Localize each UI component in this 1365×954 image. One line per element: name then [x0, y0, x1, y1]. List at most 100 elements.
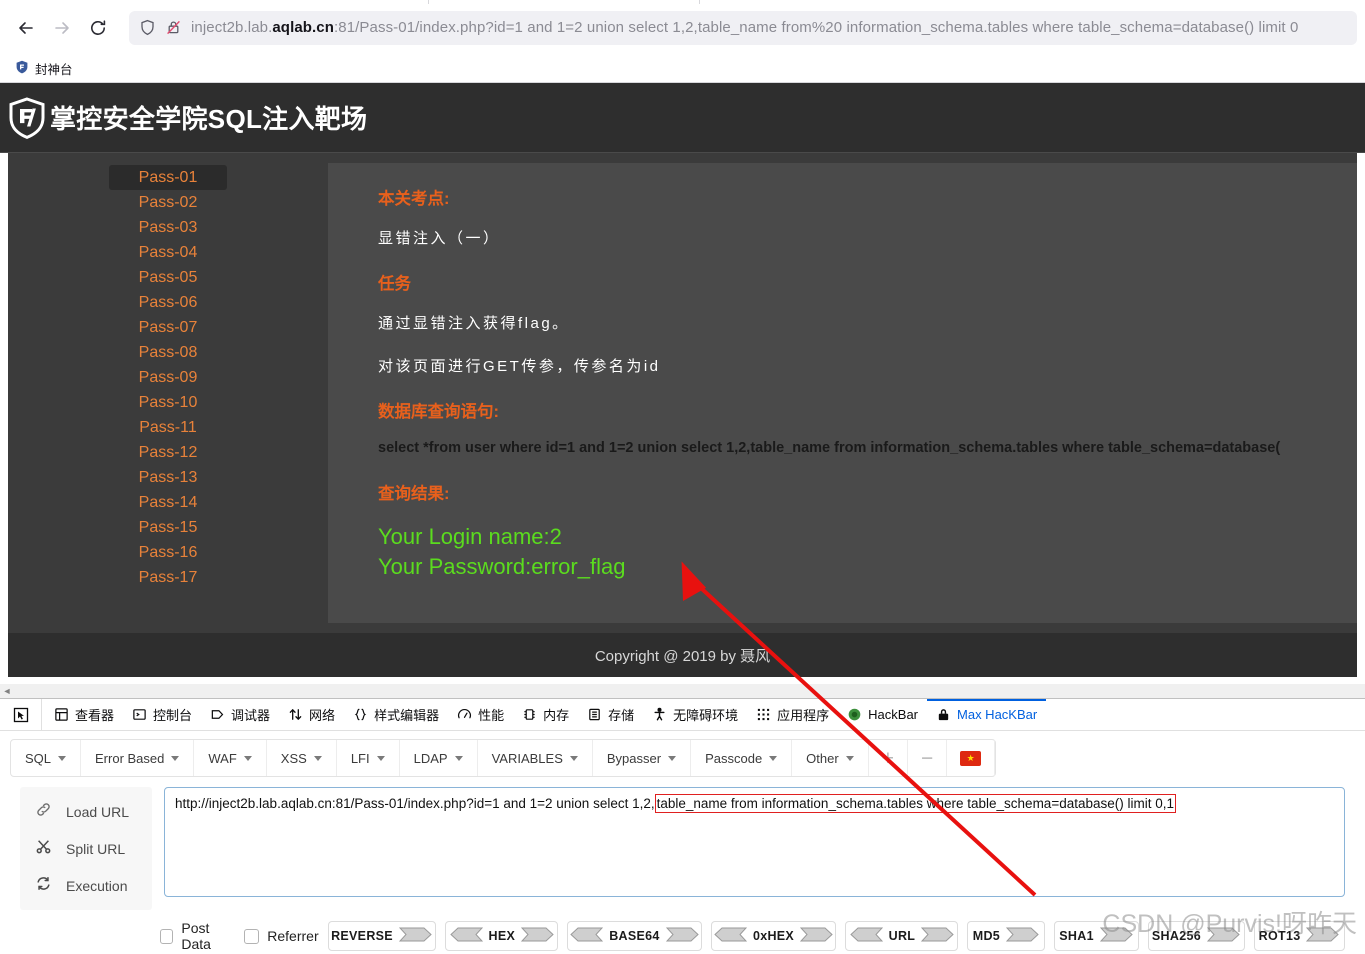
page-horizontal-scrollbar[interactable]: ◄: [0, 684, 1365, 698]
devtools-panel: 查看器 控制台 调试器 网络 样式编辑器 性能 内存 存储 无障碍环境 应用程序…: [0, 698, 1365, 954]
tab-memory[interactable]: 内存: [513, 699, 578, 730]
bookmarks-bar: 封神台: [0, 55, 1365, 83]
decode-arrow-icon[interactable]: [849, 926, 883, 946]
bookmark-fengshentai[interactable]: 封神台: [10, 57, 78, 80]
menu-error-based[interactable]: Error Based: [81, 740, 195, 776]
load-url-label: Load URL: [66, 803, 130, 820]
base64-label: BASE64: [609, 929, 660, 943]
chevron-down-icon: [454, 755, 463, 761]
tab-network[interactable]: 网络: [279, 699, 344, 730]
menu-bypasser[interactable]: Bypasser: [593, 740, 692, 776]
address-bar[interactable]: inject2b.lab.aqlab.cn:81/Pass-01/index.p…: [129, 10, 1357, 45]
sidebar-item-pass-07[interactable]: Pass-07: [109, 315, 227, 340]
insecure-lock-icon[interactable]: [165, 19, 182, 36]
browser-tab-stub[interactable]: [428, 0, 700, 4]
tab-storage[interactable]: 存储: [578, 699, 643, 730]
sha1-label: SHA1: [1059, 929, 1094, 943]
url-input[interactable]: http://inject2b.lab.aqlab.cn:81/Pass-01/…: [164, 787, 1345, 897]
chevron-down-icon: [243, 755, 252, 761]
menu-other-label: Other: [806, 750, 839, 766]
scrollbar-track[interactable]: [14, 684, 1365, 698]
shield-icon[interactable]: [139, 19, 156, 36]
encode-arrow-icon[interactable]: [1099, 926, 1134, 946]
menu-lfi-label: LFI: [350, 750, 370, 766]
tab-application[interactable]: 应用程序: [747, 699, 838, 730]
sidebar-item-pass-11[interactable]: Pass-11: [109, 415, 227, 440]
sidebar-item-pass-15[interactable]: Pass-15: [109, 515, 227, 540]
referrer-checkbox[interactable]: [244, 928, 260, 944]
load-url-button[interactable]: Load URL: [20, 793, 152, 830]
sha256-button[interactable]: SHA256: [1147, 921, 1246, 951]
menu-variables[interactable]: VARIABLES: [478, 740, 593, 776]
execution-button[interactable]: Execution: [20, 867, 152, 904]
sidebar-item-pass-09[interactable]: Pass-09: [109, 365, 227, 390]
scroll-left-arrow[interactable]: ◄: [0, 686, 14, 696]
hex-button[interactable]: HEX: [445, 921, 559, 951]
sidebar-item-pass-14[interactable]: Pass-14: [109, 490, 227, 515]
sidebar-item-pass-16[interactable]: Pass-16: [109, 540, 227, 565]
sidebar-item-pass-10[interactable]: Pass-10: [109, 390, 227, 415]
decode-arrow-icon[interactable]: [449, 926, 483, 946]
split-url-button[interactable]: Split URL: [20, 830, 152, 867]
menu-sql[interactable]: SQL: [11, 740, 82, 776]
hackbar-options-row: Post Data Referrer REVERSE HEX BASE64 0x…: [10, 910, 1355, 954]
post-data-option[interactable]: Post Data: [160, 920, 235, 952]
forward-arrow-icon: [52, 18, 72, 38]
tab-accessibility[interactable]: 无障碍环境: [643, 699, 747, 730]
tab-performance[interactable]: 性能: [448, 699, 513, 730]
sidebar-item-pass-05[interactable]: Pass-05: [109, 265, 227, 290]
tab-hackbar[interactable]: HackBar: [838, 699, 927, 730]
tab-inspector[interactable]: 查看器: [41, 699, 123, 730]
decode-arrow-icon[interactable]: [569, 926, 604, 946]
menu-sql-label: SQL: [25, 750, 52, 766]
0xhex-button[interactable]: 0xHEX: [710, 921, 837, 951]
language-button[interactable]: ★: [947, 740, 996, 776]
tab-debugger[interactable]: 调试器: [201, 699, 279, 730]
tab-console[interactable]: 控制台: [123, 699, 201, 730]
result-login-name: Your Login name:2: [378, 524, 562, 549]
result-password: Your Password:error_flag: [378, 554, 626, 579]
encode-arrow-icon[interactable]: [799, 926, 834, 946]
forward-button[interactable]: [44, 11, 80, 45]
reload-button[interactable]: [80, 11, 116, 45]
md5-button[interactable]: MD5: [967, 921, 1046, 951]
menu-ldap[interactable]: LDAP: [400, 740, 478, 776]
menu-lfi[interactable]: LFI: [337, 740, 400, 776]
rot13-button[interactable]: ROT13: [1254, 921, 1345, 951]
menu-xss[interactable]: XSS: [267, 740, 337, 776]
sidebar-item-pass-01[interactable]: Pass-01: [109, 165, 227, 190]
base64-button[interactable]: BASE64: [567, 921, 702, 951]
encode-arrow-icon[interactable]: [921, 926, 955, 946]
encode-arrow-icon[interactable]: [1005, 926, 1040, 946]
encode-arrow-icon[interactable]: [398, 926, 433, 946]
menu-other[interactable]: Other: [792, 740, 869, 776]
sidebar-item-pass-12[interactable]: Pass-12: [109, 440, 227, 465]
sha1-button[interactable]: SHA1: [1054, 921, 1139, 951]
add-tab-button[interactable]: +: [869, 740, 908, 776]
tab-style-editor[interactable]: 样式编辑器: [344, 699, 448, 730]
encode-arrow-icon[interactable]: [665, 926, 700, 946]
back-button[interactable]: [8, 11, 44, 45]
remove-tab-button[interactable]: −: [908, 740, 948, 776]
decode-arrow-icon[interactable]: [713, 926, 748, 946]
sidebar-item-pass-17[interactable]: Pass-17: [109, 565, 227, 590]
url-encode-button[interactable]: URL: [845, 921, 959, 951]
sidebar-item-pass-06[interactable]: Pass-06: [109, 290, 227, 315]
tab-max-hackbar[interactable]: Max HacKBar: [927, 699, 1047, 730]
reverse-button[interactable]: REVERSE: [327, 921, 437, 951]
sidebar-item-pass-13[interactable]: Pass-13: [109, 465, 227, 490]
referrer-option[interactable]: Referrer: [244, 928, 319, 944]
devtools-picker-button[interactable]: [4, 699, 38, 730]
encode-arrow-icon[interactable]: [521, 926, 555, 946]
heading-query-result: 查询结果:: [378, 485, 450, 503]
sidebar-item-pass-03[interactable]: Pass-03: [109, 215, 227, 240]
menu-waf[interactable]: WAF: [194, 740, 267, 776]
sidebar-item-pass-08[interactable]: Pass-08: [109, 340, 227, 365]
menu-passcode[interactable]: Passcode: [691, 740, 793, 776]
post-data-checkbox[interactable]: [160, 928, 174, 944]
sidebar-item-pass-02[interactable]: Pass-02: [109, 190, 227, 215]
encode-arrow-icon[interactable]: [1206, 926, 1241, 946]
encode-arrow-icon[interactable]: [1306, 926, 1340, 946]
sidebar-item-pass-04[interactable]: Pass-04: [109, 240, 227, 265]
chevron-down-icon: [769, 755, 778, 761]
